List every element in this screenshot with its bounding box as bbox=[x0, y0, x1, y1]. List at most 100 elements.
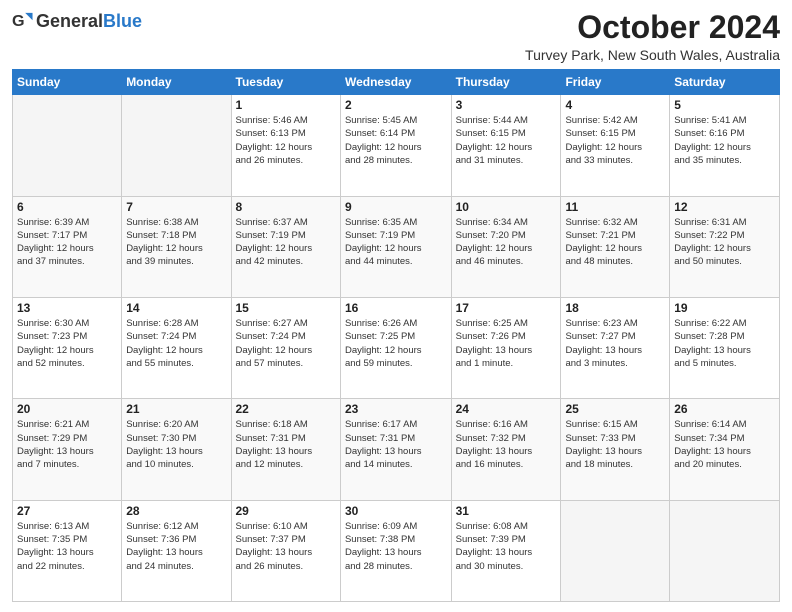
table-row: 2 Sunrise: 5:45 AM Sunset: 6:14 PM Daylig… bbox=[340, 95, 451, 196]
day-number: 26 bbox=[674, 402, 775, 416]
day-number: 22 bbox=[236, 402, 336, 416]
day-info: Sunrise: 6:31 AM Sunset: 7:22 PM Dayligh… bbox=[674, 216, 775, 269]
table-row bbox=[122, 95, 231, 196]
table-row: 17 Sunrise: 6:25 AM Sunset: 7:26 PM Dayli… bbox=[451, 297, 561, 398]
col-thursday: Thursday bbox=[451, 70, 561, 95]
table-row: 27 Sunrise: 6:13 AM Sunset: 7:35 PM Dayli… bbox=[13, 500, 122, 601]
day-number: 5 bbox=[674, 98, 775, 112]
table-row: 11 Sunrise: 6:32 AM Sunset: 7:21 PM Dayli… bbox=[561, 196, 670, 297]
day-number: 23 bbox=[345, 402, 447, 416]
logo-icon: G bbox=[12, 10, 34, 32]
day-info: Sunrise: 6:25 AM Sunset: 7:26 PM Dayligh… bbox=[456, 317, 557, 370]
table-row: 3 Sunrise: 5:44 AM Sunset: 6:15 PM Daylig… bbox=[451, 95, 561, 196]
calendar-week-row: 13Sunrise: 6:30 AM Sunset: 7:23 PM Dayli… bbox=[13, 297, 780, 398]
day-number: 28 bbox=[126, 504, 226, 518]
table-row: 24Sunrise: 6:16 AM Sunset: 7:32 PM Dayli… bbox=[451, 399, 561, 500]
day-number: 6 bbox=[17, 200, 117, 214]
day-info: Sunrise: 5:41 AM Sunset: 6:16 PM Dayligh… bbox=[674, 114, 775, 167]
table-row: 29Sunrise: 6:10 AM Sunset: 7:37 PM Dayli… bbox=[231, 500, 340, 601]
day-number: 8 bbox=[236, 200, 336, 214]
table-row bbox=[13, 95, 122, 196]
day-number: 11 bbox=[565, 200, 665, 214]
day-info: Sunrise: 5:42 AM Sunset: 6:15 PM Dayligh… bbox=[565, 114, 665, 167]
day-number: 20 bbox=[17, 402, 117, 416]
day-number: 24 bbox=[456, 402, 557, 416]
day-number: 15 bbox=[236, 301, 336, 315]
table-row: 25 Sunrise: 6:15 AM Sunset: 7:33 PM Dayli… bbox=[561, 399, 670, 500]
day-number: 7 bbox=[126, 200, 226, 214]
table-row: 8 Sunrise: 6:37 AM Sunset: 7:19 PM Daylig… bbox=[231, 196, 340, 297]
day-info: Sunrise: 6:08 AM Sunset: 7:39 PM Dayligh… bbox=[456, 520, 557, 573]
calendar-header-row: Sunday Monday Tuesday Wednesday Thursday… bbox=[13, 70, 780, 95]
title-area: October 2024 Turvey Park, New South Wale… bbox=[525, 10, 780, 63]
logo-blue-text: Blue bbox=[103, 11, 142, 32]
logo: G GeneralBlue bbox=[12, 10, 142, 32]
day-info: Sunrise: 6:32 AM Sunset: 7:21 PM Dayligh… bbox=[565, 216, 665, 269]
table-row: 12 Sunrise: 6:31 AM Sunset: 7:22 PM Dayli… bbox=[670, 196, 780, 297]
day-number: 19 bbox=[674, 301, 775, 315]
calendar-week-row: 6 Sunrise: 6:39 AM Sunset: 7:17 PM Daylig… bbox=[13, 196, 780, 297]
day-info: Sunrise: 6:28 AM Sunset: 7:24 PM Dayligh… bbox=[126, 317, 226, 370]
day-info: Sunrise: 6:13 AM Sunset: 7:35 PM Dayligh… bbox=[17, 520, 117, 573]
col-friday: Friday bbox=[561, 70, 670, 95]
logo-general-text: General bbox=[36, 11, 103, 32]
day-info: Sunrise: 6:23 AM Sunset: 7:27 PM Dayligh… bbox=[565, 317, 665, 370]
day-number: 3 bbox=[456, 98, 557, 112]
day-info: Sunrise: 6:34 AM Sunset: 7:20 PM Dayligh… bbox=[456, 216, 557, 269]
day-info: Sunrise: 6:21 AM Sunset: 7:29 PM Dayligh… bbox=[17, 418, 117, 471]
day-info: Sunrise: 6:37 AM Sunset: 7:19 PM Dayligh… bbox=[236, 216, 336, 269]
table-row: 5 Sunrise: 5:41 AM Sunset: 6:16 PM Daylig… bbox=[670, 95, 780, 196]
day-info: Sunrise: 5:46 AM Sunset: 6:13 PM Dayligh… bbox=[236, 114, 336, 167]
svg-text:G: G bbox=[12, 12, 25, 30]
calendar-week-row: 20 Sunrise: 6:21 AM Sunset: 7:29 PM Dayli… bbox=[13, 399, 780, 500]
page: G GeneralBlue October 2024 Turvey Park, … bbox=[0, 0, 792, 612]
day-info: Sunrise: 5:44 AM Sunset: 6:15 PM Dayligh… bbox=[456, 114, 557, 167]
day-number: 30 bbox=[345, 504, 447, 518]
day-number: 1 bbox=[236, 98, 336, 112]
table-row: 20 Sunrise: 6:21 AM Sunset: 7:29 PM Dayli… bbox=[13, 399, 122, 500]
day-number: 12 bbox=[674, 200, 775, 214]
day-info: Sunrise: 6:27 AM Sunset: 7:24 PM Dayligh… bbox=[236, 317, 336, 370]
table-row bbox=[670, 500, 780, 601]
day-number: 31 bbox=[456, 504, 557, 518]
day-number: 4 bbox=[565, 98, 665, 112]
day-info: Sunrise: 5:45 AM Sunset: 6:14 PM Dayligh… bbox=[345, 114, 447, 167]
day-number: 17 bbox=[456, 301, 557, 315]
day-info: Sunrise: 6:14 AM Sunset: 7:34 PM Dayligh… bbox=[674, 418, 775, 471]
logo-area: G GeneralBlue bbox=[12, 10, 142, 32]
day-info: Sunrise: 6:18 AM Sunset: 7:31 PM Dayligh… bbox=[236, 418, 336, 471]
col-monday: Monday bbox=[122, 70, 231, 95]
day-number: 16 bbox=[345, 301, 447, 315]
day-number: 9 bbox=[345, 200, 447, 214]
table-row: 6 Sunrise: 6:39 AM Sunset: 7:17 PM Daylig… bbox=[13, 196, 122, 297]
day-info: Sunrise: 6:15 AM Sunset: 7:33 PM Dayligh… bbox=[565, 418, 665, 471]
col-tuesday: Tuesday bbox=[231, 70, 340, 95]
table-row: 19 Sunrise: 6:22 AM Sunset: 7:28 PM Dayli… bbox=[670, 297, 780, 398]
table-row bbox=[561, 500, 670, 601]
day-info: Sunrise: 6:20 AM Sunset: 7:30 PM Dayligh… bbox=[126, 418, 226, 471]
table-row: 21 Sunrise: 6:20 AM Sunset: 7:30 PM Dayli… bbox=[122, 399, 231, 500]
day-number: 10 bbox=[456, 200, 557, 214]
table-row: 16 Sunrise: 6:26 AM Sunset: 7:25 PM Dayli… bbox=[340, 297, 451, 398]
calendar-week-row: 27 Sunrise: 6:13 AM Sunset: 7:35 PM Dayli… bbox=[13, 500, 780, 601]
day-info: Sunrise: 6:12 AM Sunset: 7:36 PM Dayligh… bbox=[126, 520, 226, 573]
table-row: 15 Sunrise: 6:27 AM Sunset: 7:24 PM Dayli… bbox=[231, 297, 340, 398]
day-number: 25 bbox=[565, 402, 665, 416]
calendar: Sunday Monday Tuesday Wednesday Thursday… bbox=[12, 69, 780, 602]
day-info: Sunrise: 6:10 AM Sunset: 7:37 PM Dayligh… bbox=[236, 520, 336, 573]
day-number: 18 bbox=[565, 301, 665, 315]
day-number: 2 bbox=[345, 98, 447, 112]
table-row: 9Sunrise: 6:35 AM Sunset: 7:19 PM Daylig… bbox=[340, 196, 451, 297]
day-number: 21 bbox=[126, 402, 226, 416]
table-row: 31 Sunrise: 6:08 AM Sunset: 7:39 PM Dayli… bbox=[451, 500, 561, 601]
day-number: 27 bbox=[17, 504, 117, 518]
day-info: Sunrise: 6:38 AM Sunset: 7:18 PM Dayligh… bbox=[126, 216, 226, 269]
table-row: 4 Sunrise: 5:42 AM Sunset: 6:15 PM Daylig… bbox=[561, 95, 670, 196]
day-info: Sunrise: 6:26 AM Sunset: 7:25 PM Dayligh… bbox=[345, 317, 447, 370]
day-info: Sunrise: 6:30 AM Sunset: 7:23 PM Dayligh… bbox=[17, 317, 117, 370]
day-info: Sunrise: 6:39 AM Sunset: 7:17 PM Dayligh… bbox=[17, 216, 117, 269]
table-row: 13Sunrise: 6:30 AM Sunset: 7:23 PM Dayli… bbox=[13, 297, 122, 398]
table-row: 30Sunrise: 6:09 AM Sunset: 7:38 PM Dayli… bbox=[340, 500, 451, 601]
day-info: Sunrise: 6:22 AM Sunset: 7:28 PM Dayligh… bbox=[674, 317, 775, 370]
col-sunday: Sunday bbox=[13, 70, 122, 95]
